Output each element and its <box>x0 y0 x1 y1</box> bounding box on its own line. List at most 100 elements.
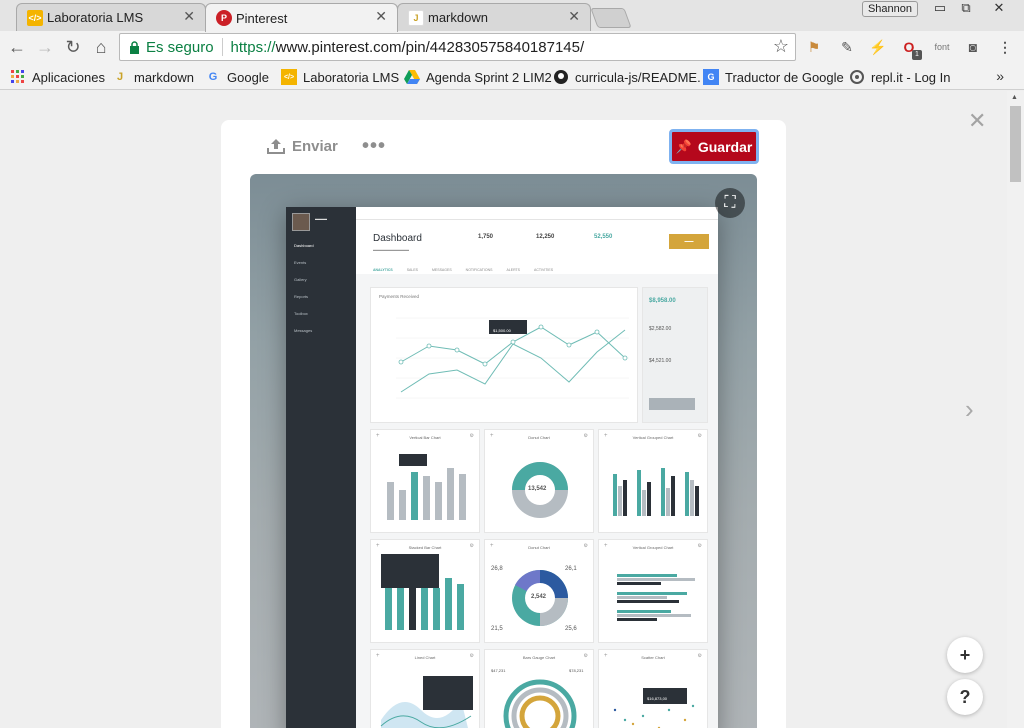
font-icon[interactable]: font <box>932 38 952 56</box>
bookmark-curricula[interactable]: curricula-js/README. <box>553 68 701 86</box>
back-arrow-icon[interactable]: ← <box>6 36 28 58</box>
page-scrollbar[interactable]: ▲ <box>1007 91 1024 728</box>
dashboard-tab: ALERTS <box>506 268 521 272</box>
eyedropper-icon[interactable]: ✎ <box>838 38 856 56</box>
dashboard-subtitle: ▬▬▬▬▬▬▬▬▬ <box>373 247 409 252</box>
bookmark-icon[interactable]: ⚑ <box>805 38 823 56</box>
github-icon <box>553 69 569 85</box>
laboratoria-favicon-icon: </> <box>27 10 43 26</box>
menu-kebab-icon[interactable]: ⋮ <box>996 38 1014 56</box>
donut-label: 21,5 <box>491 626 503 632</box>
total-income-value: $8,958.00 <box>649 298 676 304</box>
pinterest-favicon-icon: P <box>216 10 232 26</box>
scatter-panel: + Scatter Chart ⚙ $16,873,00 <box>598 649 708 728</box>
expand-icon[interactable]: ⛶ <box>715 188 745 218</box>
apps-grid-icon <box>10 69 26 85</box>
income-panel: $8,958.00 $2,582.00 $4,521.00 <box>642 287 708 423</box>
bookmark-markdown[interactable]: J markdown <box>112 68 194 86</box>
lined-chart-panel: + Lined Chart ⚙ <box>370 649 480 728</box>
bookmark-label: Traductor de Google <box>725 69 844 85</box>
donut-label: 26,8 <box>491 566 503 572</box>
payments-tooltip: $1,500.00 <box>493 328 511 333</box>
dashboard-tab: SALES <box>406 268 419 272</box>
add-pin-button[interactable]: + <box>947 637 983 673</box>
new-tab-button[interactable] <box>590 8 632 28</box>
camera-icon[interactable]: ◙ <box>964 38 982 56</box>
bookmark-star-icon[interactable]: ☆ <box>773 36 789 57</box>
laboratoria-icon: </> <box>281 69 297 85</box>
scrollbar-thumb[interactable] <box>1010 106 1021 182</box>
home-icon[interactable]: ⌂ <box>90 36 112 58</box>
url-text: www.pinterest.com/pin/442830575840187145… <box>275 38 585 56</box>
bookmark-laboratoria[interactable]: </> Laboratoria LMS <box>281 68 399 86</box>
bookmark-label: repl.it - Log In <box>871 69 951 85</box>
tab-title: Laboratoria LMS <box>47 10 144 25</box>
bookmark-agenda-sprint[interactable]: Agenda Sprint 2 LIM2 <box>404 68 552 86</box>
close-window-icon[interactable]: ✕ <box>985 0 1013 17</box>
grouped-chart-panel: + Vertical Grouped Chart ⚙ <box>598 429 708 533</box>
next-pin-arrow-icon[interactable]: › <box>965 394 974 425</box>
profile-button[interactable]: Shannon <box>862 1 918 17</box>
payments-line-chart <box>396 317 629 399</box>
income-value: $2,582.00 <box>649 326 672 332</box>
tab-laboratoria-lms[interactable]: </> Laboratoria LMS ✕ <box>16 3 206 31</box>
dashboard-stat: 12,250 <box>536 234 555 240</box>
address-bar[interactable]: Es seguro https://www.pinterest.com/pin/… <box>119 33 796 61</box>
bookmarks-overflow-icon[interactable]: » <box>996 68 1004 84</box>
dashboard-nav-item: Messages <box>294 328 313 333</box>
pinterest-page: Enviar ••• 📌 Guardar ▬▬▬ Dashboard Event… <box>0 91 1024 728</box>
dashboard-nav-item: Dashboard <box>294 243 314 248</box>
horizontal-grouped-panel: + Vertical Grouped Chart ⚙ <box>598 539 708 643</box>
grouped-bar-chart <box>613 468 699 516</box>
more-options-icon[interactable]: ••• <box>362 135 386 158</box>
bookmark-label: Google <box>227 69 269 85</box>
save-button[interactable]: 📌 Guardar <box>669 129 759 164</box>
bookmark-label: Agenda Sprint 2 LIM2 <box>426 69 552 85</box>
dashboard-main: Dashboard ▬▬▬▬▬▬▬▬▬ 1,750 12,250 52,550 … <box>356 207 718 728</box>
lock-icon <box>129 40 140 54</box>
bookmark-google[interactable]: G Google <box>205 68 269 86</box>
tab-close-icon[interactable]: ✕ <box>568 8 580 25</box>
dashboard-title: Dashboard <box>373 233 422 244</box>
send-label: Enviar <box>292 137 338 155</box>
help-button[interactable]: ? <box>947 679 983 715</box>
dashboard-mockup: ▬▬▬ Dashboard Events Gallery Reports Too… <box>286 207 718 728</box>
gauge-panel: Bars Gauge Chart ⚙ $47,231 $78,231 <box>484 649 594 728</box>
donut-center-value: 2,542 <box>531 594 547 600</box>
dashboard-tabs: ANALYTICS SALES MESSAGES NOTIFICATIONS A… <box>373 268 553 272</box>
tab-pinterest[interactable]: P Pinterest ✕ <box>205 3 398 32</box>
dashboard-tab: MESSAGES <box>432 268 452 272</box>
bookmark-label: Aplicaciones <box>32 69 105 85</box>
scroll-up-arrow-icon[interactable]: ▲ <box>1011 94 1018 101</box>
vertical-bar-panel: + Vertical Bar Chart ⚙ <box>370 429 480 533</box>
stacked-bar-panel: + Stacked Bar Chart ⚙ <box>370 539 480 643</box>
bookmark-traductor[interactable]: G Traductor de Google <box>703 68 844 86</box>
dashboard-username: ▬▬▬ <box>315 216 327 221</box>
lightning-icon[interactable]: ⚡ <box>869 38 887 56</box>
restore-icon[interactable]: ⧉ <box>952 0 980 17</box>
scatter-tooltip: $16,873,00 <box>647 696 668 701</box>
pin-image[interactable]: ▬▬▬ Dashboard Events Gallery Reports Too… <box>250 174 757 728</box>
income-button <box>649 398 695 410</box>
donut-label: 25,6 <box>565 626 577 632</box>
address-separator <box>221 38 223 56</box>
minimize-icon[interactable]: ▭ <box>926 0 954 17</box>
close-pin-icon[interactable]: ✕ <box>968 108 986 134</box>
bookmark-replit[interactable]: repl.it - Log In <box>849 68 951 86</box>
security-label: Es seguro <box>146 38 214 56</box>
scatter-chart <box>613 688 695 728</box>
send-button[interactable]: Enviar <box>267 137 338 155</box>
pin-card: Enviar ••• 📌 Guardar ▬▬▬ Dashboard Event… <box>221 120 786 728</box>
income-value: $4,521.00 <box>649 358 672 364</box>
dashboard-sidebar: ▬▬▬ Dashboard Events Gallery Reports Too… <box>286 207 356 728</box>
dashboard-stat: 52,550 <box>594 234 613 240</box>
tab-close-icon[interactable]: ✕ <box>375 8 387 25</box>
forward-arrow-icon[interactable]: → <box>34 36 56 58</box>
tab-markdown[interactable]: J markdown ✕ <box>397 3 591 31</box>
tab-close-icon[interactable]: ✕ <box>183 8 195 25</box>
dashboard-reports-button: ▬▬▬ <box>669 234 709 249</box>
bookmark-aplicaciones[interactable]: Aplicaciones <box>10 68 105 86</box>
lined-chart <box>380 676 473 728</box>
dashboard-nav-item: Toolbox <box>294 311 308 316</box>
reload-icon[interactable]: ↻ <box>62 36 84 58</box>
